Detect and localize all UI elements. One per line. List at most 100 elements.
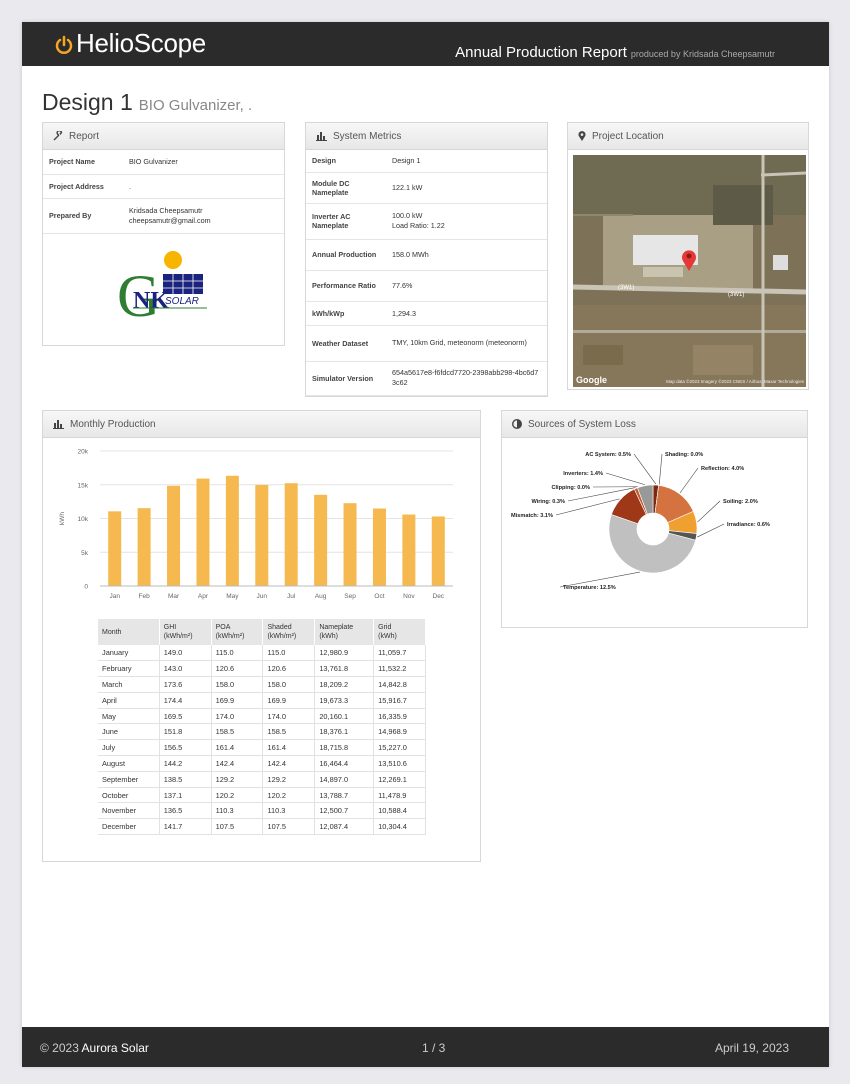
table-cell: 158.5 (211, 723, 264, 741)
x-tick-label: Jul (287, 593, 296, 600)
table-cell: 120.6 (211, 660, 264, 678)
y-tick-label: 0 (84, 584, 88, 591)
design-subtitle: BIO Gulvanizer, . (138, 97, 253, 114)
metrics-label: Simulator Version (306, 361, 386, 396)
table-cell: 13,761.8 (314, 660, 375, 678)
metrics-value: Design 1 (386, 150, 547, 173)
x-tick-label: Oct (374, 593, 384, 600)
location-panel-title: Project Location (592, 130, 664, 142)
loss-label: Temperature: 12.5% (563, 585, 616, 591)
bar (372, 508, 386, 586)
table-cell: December (98, 818, 160, 836)
table-cell: 18,376.1 (314, 723, 375, 741)
bar (284, 483, 298, 586)
table-cell: March (98, 676, 160, 693)
bar (225, 475, 239, 586)
bar-chart-icon (53, 420, 64, 429)
table-row: February 143.0 120.6 120.6 13,761.8 11,532.2 (98, 660, 426, 678)
metrics-table: Design Design 1 Module DC Nameplate 122.1 … (306, 150, 547, 396)
location-panel-header: Project Location (568, 123, 808, 150)
table-cell: 110.3 (262, 802, 316, 820)
table-cell: July (98, 739, 160, 757)
table-cell: 110.3 (211, 802, 264, 820)
x-tick-label: Jun (257, 593, 268, 600)
metrics-label: Module DC Nameplate (306, 172, 386, 204)
copyright-text: © 2023 (40, 1041, 79, 1055)
satellite-map[interactable]: (3W1) (3W1) Google Map data ©2023 Imager… (573, 155, 806, 387)
table-cell: 149.0 (159, 645, 212, 662)
bar (137, 508, 151, 586)
report-label: Project Address (43, 174, 123, 199)
table-cell: 158.5 (262, 723, 316, 741)
table-cell: 11,532.2 (373, 660, 426, 678)
table-cell: 107.5 (262, 818, 316, 836)
x-tick-label: Jan (109, 593, 120, 600)
google-watermark: Google (576, 375, 607, 385)
report-value: . (123, 174, 284, 199)
metrics-row: Module DC Nameplate 122.1 kW (306, 172, 547, 204)
monthly-table: Month GHI (kWh/m²) POA (kWh/m²) Shaded (… (98, 619, 426, 836)
metrics-label: Annual Production (306, 239, 386, 271)
project-location-panel: Project Location (3W1) (3W1) Google Map … (567, 122, 809, 390)
report-value: Kridsada Cheepsamutr cheepsamutr@gmail.c… (123, 198, 284, 234)
loss-label: Reflection: 4.0% (701, 466, 744, 472)
nk-solar-logo: G NK SOLAR (117, 251, 207, 328)
monthly-production-chart: 0 5k 10k 15k 20k kWh Jan Feb Mar Apr May Jun Jul Aug S… (59, 449, 453, 600)
helioscope-logo[interactable]: HelioScope (54, 28, 206, 59)
x-tick-label: Dec (433, 593, 445, 600)
report-panel: Report Project Name BIO Gulvanizer Projec… (42, 122, 285, 346)
loss-label: Clipping: 0.0% (551, 485, 590, 491)
metrics-value: 654a5617e8-f6fdcd7720-2398abb298-4bc6d73… (386, 361, 547, 396)
table-cell: 16,464.4 (314, 755, 375, 772)
metrics-row: Design Design 1 (306, 150, 547, 173)
monthly-panel-title: Monthly Production (70, 418, 156, 430)
table-cell: May (98, 708, 160, 725)
pie-chart-icon (512, 419, 522, 429)
bar (255, 484, 269, 586)
table-cell: April (98, 692, 160, 709)
table-cell: 174.0 (262, 708, 316, 725)
table-cell: 12,087.4 (314, 818, 375, 836)
x-tick-label: Apr (198, 593, 209, 600)
map-pin-icon[interactable] (681, 249, 697, 271)
table-cell: 10,304.4 (373, 818, 426, 836)
table-cell: 13,788.7 (314, 787, 375, 804)
y-tick-label: 15k (78, 482, 89, 489)
table-cell: 161.4 (262, 739, 316, 757)
table-cell: 158.0 (211, 676, 264, 693)
x-tick-label: Sep (344, 593, 356, 600)
logo-panels (163, 274, 203, 294)
monthly-table-header: Month GHI (kWh/m²) POA (kWh/m²) Shaded (… (98, 619, 426, 645)
metrics-label: Design (306, 150, 386, 173)
table-cell: 12,980.9 (314, 645, 375, 662)
y-tick-label: 10k (78, 516, 89, 523)
table-cell: 12,500.7 (314, 802, 375, 820)
leader-line (633, 453, 657, 485)
report-panel-header: Report (43, 123, 284, 150)
loss-label: Irradiance: 0.6% (727, 522, 770, 528)
logo-solar-text: SOLAR (165, 296, 199, 307)
table-cell: 158.0 (262, 676, 316, 693)
col-poa: POA (kWh/m²) (211, 619, 264, 645)
table-cell: 174.4 (159, 692, 212, 709)
leader-line (679, 467, 699, 494)
metrics-label: kWh/kWp (306, 301, 386, 326)
loss-label: Mismatch: 3.1% (511, 513, 553, 519)
design-name: Design 1 (42, 89, 133, 115)
page-number: 1 / 3 (422, 1041, 446, 1055)
table-cell: 156.5 (159, 739, 212, 757)
monthly-production-panel: Monthly Production 0 5k 10k 15k 20k kWh Jan Feb… (42, 410, 481, 862)
table-cell: 10,588.4 (373, 802, 426, 820)
table-cell: 136.5 (159, 802, 212, 820)
table-row: December 141.7 107.5 107.5 12,087.4 10,304.4 (98, 818, 426, 836)
table-row: November 136.5 110.3 110.3 12,500.7 10,588.4 (98, 802, 426, 820)
table-row: July 156.5 161.4 161.4 18,715.8 15,227.0 (98, 739, 426, 757)
bar (402, 514, 416, 586)
table-cell: 143.0 (159, 660, 212, 678)
bar-chart-icon (316, 132, 327, 141)
leader-line (605, 472, 646, 486)
report-value: BIO Gulvanizer (123, 150, 284, 175)
report-row: Prepared By Kridsada Cheepsamutr cheepsam… (43, 198, 284, 234)
metrics-label: Inverter AC Nameplate (306, 203, 386, 240)
system-metrics-panel: System Metrics Design Design 1 Module DC … (305, 122, 548, 397)
